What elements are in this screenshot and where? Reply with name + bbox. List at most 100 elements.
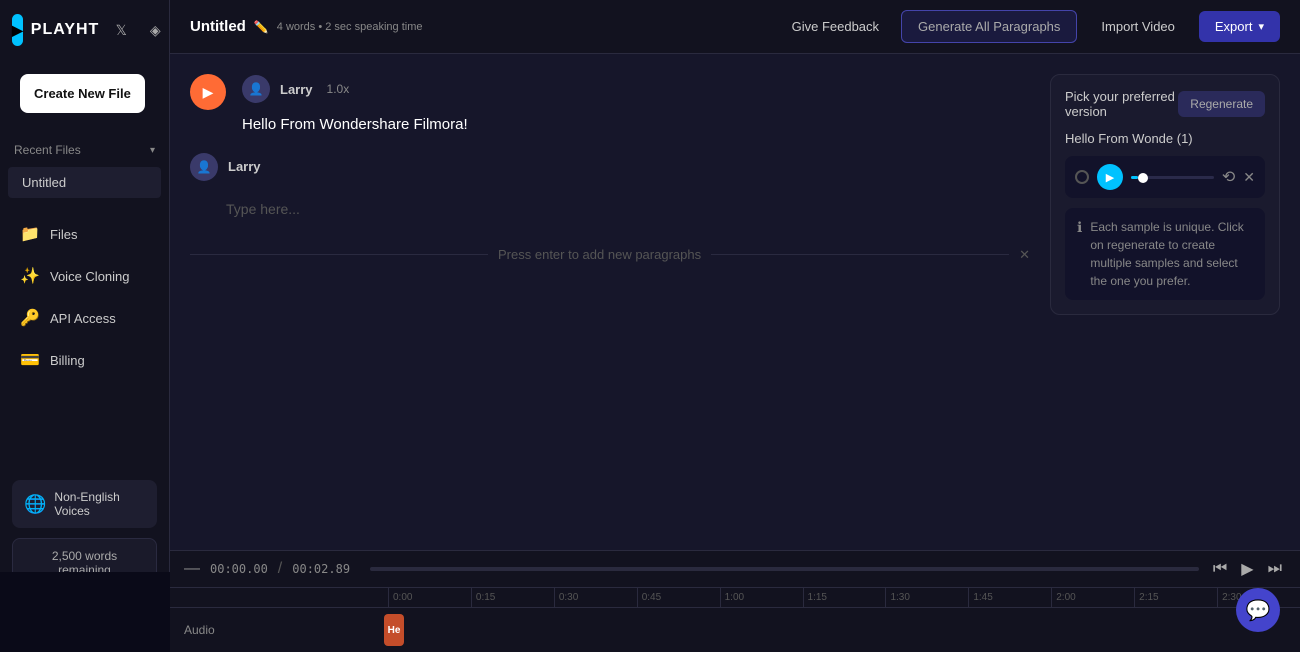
non-english-icon: 🌐 [24, 494, 46, 515]
logo-icon: ▶ [12, 14, 23, 46]
header: Untitled ✏️ 4 words • 2 sec speaking tim… [170, 0, 1300, 54]
ruler-mark-4: 1:00 [720, 588, 803, 607]
ruler-mark-2: 0:30 [554, 588, 637, 607]
paragraph-block-2: 👤 Larry [190, 153, 1030, 221]
paragraph-header-1: 👤 Larry 1.0x [242, 75, 349, 103]
right-panel: Pick your preferred version Regenerate H… [1050, 74, 1280, 315]
audio-clip[interactable]: He [384, 614, 404, 646]
file-meta: 4 words • 2 sec speaking time [277, 21, 423, 33]
sample-play-button[interactable]: ▶ [1097, 164, 1123, 190]
non-english-voices-card[interactable]: 🌐 Non-English Voices [12, 480, 157, 528]
voice-name-2[interactable]: Larry [228, 159, 261, 174]
edit-title-icon[interactable]: ✏️ [254, 20, 269, 34]
non-english-label: Non-English Voices [54, 490, 145, 518]
paragraph-text-1: Hello From Wondershare Filmora! [242, 116, 468, 133]
ruler-mark-9: 2:15 [1134, 588, 1217, 607]
import-video-button[interactable]: Import Video [1087, 11, 1188, 42]
export-button[interactable]: Export ▾ [1199, 11, 1280, 42]
chat-icon: 💬 [1246, 598, 1271, 623]
sample-close-icon[interactable]: ✕ [1243, 169, 1255, 186]
voice-avatar-2: 👤 [190, 153, 218, 181]
panel-title: Pick your preferred version [1065, 89, 1178, 119]
add-paragraph-hint: Press enter to add new paragraphs ✕ [190, 247, 1030, 263]
ruler-marks: 0:00 0:15 0:30 0:45 1:00 1:15 1:30 1:45 … [388, 588, 1300, 607]
ruler-mark-0: 0:00 [388, 588, 471, 607]
generate-all-button[interactable]: Generate All Paragraphs [901, 10, 1077, 43]
audio-clip-label: He [388, 625, 401, 636]
voice-name-1[interactable]: Larry [280, 82, 313, 97]
timeline-time-current: 00:00.00 [210, 562, 268, 576]
timeline-time-total: 00:02.89 [292, 562, 350, 576]
ruler-mark-3: 0:45 [637, 588, 720, 607]
recent-files-section: Recent Files ▾ Untitled [0, 127, 169, 208]
chat-bubble[interactable]: 💬 [1236, 588, 1280, 632]
info-box: ℹ Each sample is unique. Click on regene… [1065, 208, 1265, 300]
sidebar-label-billing: Billing [50, 353, 85, 368]
ruler-mark-5: 1:15 [803, 588, 886, 607]
export-chevron-icon: ▾ [1258, 20, 1264, 33]
sidebar-label-api: API Access [50, 311, 116, 326]
logo-area: ▶ PLAYHT 𝕏 ◈ [0, 0, 169, 60]
timeline-skip-back-button[interactable]: ⏮ [1209, 558, 1231, 580]
recent-files-chevron: ▾ [150, 145, 155, 156]
hint-divider-2 [711, 254, 1009, 255]
sidebar: ▶ PLAYHT 𝕏 ◈ Create New File Recent File… [0, 0, 170, 652]
give-feedback-button[interactable]: Give Feedback [780, 13, 891, 40]
sidebar-item-billing[interactable]: 💳 Billing [6, 340, 163, 380]
right-panel-header: Pick your preferred version Regenerate [1065, 89, 1265, 119]
sidebar-item-api-access[interactable]: 🔑 API Access [6, 298, 163, 338]
recent-files-label[interactable]: Recent Files ▾ [0, 135, 169, 165]
twitter-icon[interactable]: 𝕏 [107, 16, 135, 44]
text-editor: ▶ 👤 Larry 1.0x Hello From Wondershare Fi… [190, 74, 1030, 530]
ruler-mark-8: 2:00 [1051, 588, 1134, 607]
hint-divider [190, 254, 488, 255]
header-right: Give Feedback Generate All Paragraphs Im… [780, 10, 1280, 43]
ruler-mark-1: 0:15 [471, 588, 554, 607]
sample-player: ▶ ⟲ ✕ [1065, 156, 1265, 198]
sidebar-label-files: Files [50, 227, 77, 242]
paragraph-input-2[interactable] [226, 197, 1030, 221]
timeline-collapse-icon[interactable]: — [184, 560, 200, 578]
files-icon: 📁 [20, 224, 40, 244]
timeline-skip-forward-button[interactable]: ⏭ [1264, 558, 1286, 580]
sample-progress-bar[interactable] [1131, 176, 1214, 179]
timeline-controls: — 00:00.00 / 00:02.89 ⏮ ▶ ⏭ [170, 551, 1300, 588]
close-hint-icon[interactable]: ✕ [1019, 247, 1030, 263]
info-icon: ℹ [1077, 219, 1082, 290]
sample-title: Hello From Wonde (1) [1065, 131, 1265, 146]
track-content: He [384, 614, 1286, 646]
timeline-buttons: ⏮ ▶ ⏭ [1209, 557, 1286, 581]
sidebar-item-files[interactable]: 📁 Files [6, 214, 163, 254]
create-new-button[interactable]: Create New File [20, 74, 145, 113]
api-icon: 🔑 [20, 308, 40, 328]
sample-progress-dot [1138, 173, 1148, 183]
paragraph-header-2: 👤 Larry [190, 153, 1030, 181]
sidebar-item-voice-cloning[interactable]: ✨ Voice Cloning [6, 256, 163, 296]
timeline-progress-bar[interactable] [370, 567, 1199, 571]
file-item-untitled[interactable]: Untitled [8, 167, 161, 198]
timeline-separator: / [278, 560, 282, 578]
timeline-play-button[interactable]: ▶ [1237, 557, 1257, 581]
paragraph-row-1: ▶ 👤 Larry 1.0x [190, 74, 1030, 110]
main-content: Untitled ✏️ 4 words • 2 sec speaking tim… [170, 0, 1300, 652]
nav-section: 📁 Files ✨ Voice Cloning 🔑 API Access 💳 B… [0, 208, 169, 386]
track-label: Audio [184, 623, 384, 637]
timeline-area: — 00:00.00 / 00:02.89 ⏮ ▶ ⏭ 0:00 0:15 0:… [170, 550, 1300, 652]
add-hint-text: Press enter to add new paragraphs [498, 247, 701, 262]
timeline-ruler: 0:00 0:15 0:30 0:45 1:00 1:15 1:30 1:45 … [170, 588, 1300, 608]
regenerate-button[interactable]: Regenerate [1178, 91, 1265, 117]
discord-icon[interactable]: ◈ [141, 16, 169, 44]
voice-avatar-1: 👤 [242, 75, 270, 103]
sample-speed-icon[interactable]: ⟲ [1222, 167, 1235, 187]
sidebar-label-voice-cloning: Voice Cloning [50, 269, 130, 284]
timeline-track: Audio He [170, 608, 1300, 652]
voice-cloning-icon: ✨ [20, 266, 40, 286]
billing-icon: 💳 [20, 350, 40, 370]
paragraph-block-1: ▶ 👤 Larry 1.0x Hello From Wondershare Fi… [190, 74, 1030, 137]
sample-radio[interactable] [1075, 170, 1089, 184]
sample-progress-fill [1131, 176, 1138, 179]
logo-text: PLAYHT [31, 21, 100, 39]
thumbnail-area [0, 572, 170, 652]
header-left: Untitled ✏️ 4 words • 2 sec speaking tim… [190, 18, 422, 35]
play-button-1[interactable]: ▶ [190, 74, 226, 110]
